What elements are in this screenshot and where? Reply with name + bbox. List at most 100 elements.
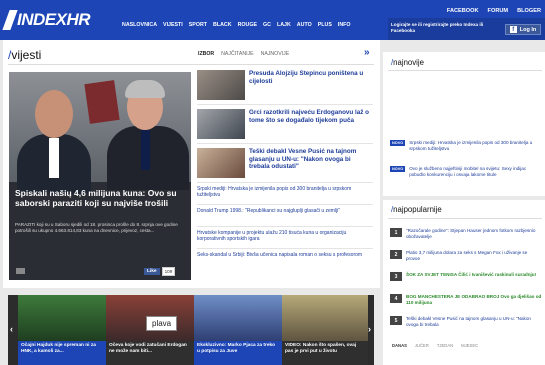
story-divider — [197, 248, 373, 249]
nav-item-rouge[interactable]: ROUGE — [238, 22, 257, 28]
lead-headline[interactable]: Spiskali našių 4,6 milijuna kuna: Ovo su… — [15, 188, 187, 208]
story-divider — [197, 204, 373, 205]
story-link[interactable]: Donald Trump 1998.: "Republikanci su naj… — [197, 208, 373, 214]
comment-icon[interactable] — [16, 268, 25, 274]
najnovije-title: /najnovije — [391, 58, 424, 67]
nav-item-sport[interactable]: SPORT — [189, 22, 207, 28]
story-link[interactable]: Srpski mediji: Hrvatska je izmijenila po… — [197, 186, 373, 199]
person-right-hair — [125, 80, 165, 98]
login-button-label: Log In — [519, 26, 537, 33]
tab-divider — [8, 64, 374, 65]
strip-left-arrow-icon[interactable]: ‹ — [10, 324, 13, 334]
novo-badge: NOVO — [390, 166, 406, 172]
popular-link[interactable]: BOG MANCHESTERA JE ODABRAO BROJ Ovo ga d… — [406, 294, 542, 305]
lead-story[interactable]: Spiskali našių 4,6 milijuna kuna: Ovo su… — [9, 72, 191, 280]
story-divider — [197, 182, 373, 183]
nav-item-auto[interactable]: AUTO — [297, 22, 312, 28]
strip-image[interactable] — [18, 295, 106, 341]
facebook-icon: f — [509, 26, 517, 33]
story-divider — [197, 143, 373, 144]
story-link[interactable]: Hrvatske kompanije u projektu ulažu 210 … — [197, 230, 373, 243]
more-arrow-icon[interactable]: » — [364, 47, 370, 58]
strip-caption[interactable]: Očajni Hajduk nije spreman ni za HNK, a … — [18, 341, 106, 365]
strip-caption[interactable]: VIDEO: Nakon što spašen, ovaj pas je prv… — [282, 341, 368, 365]
story-thumb[interactable] — [197, 148, 245, 178]
story-headline[interactable]: Presuda Alojziju Stepincu poništena u ci… — [249, 70, 373, 100]
like-button[interactable]: Like — [144, 268, 160, 275]
nav-item-vijesti[interactable]: VIJESTI — [163, 22, 183, 28]
logo-text: INDEXHR — [17, 10, 91, 29]
sidebar-divider — [388, 70, 542, 71]
najnovije-link[interactable]: Srpski mediji: Hrvatska je izmijenila po… — [409, 140, 542, 151]
story-thumb[interactable] — [197, 109, 245, 139]
najpopularnije-title: /najpopularnije — [391, 205, 442, 214]
story-item[interactable]: Grci razotkrili najveću Erdoganovu laž o… — [197, 109, 373, 139]
section-title: /vijesti — [8, 48, 42, 62]
section-tabs: IZBOR NAJČITANIJE NAJNOVIJE — [198, 51, 289, 57]
story-headline[interactable]: Teški debakl Vesne Pusić na tajnom glasa… — [249, 148, 373, 178]
popular-item[interactable]: 5 Teški debakl Vesne Pusić na tajnom gla… — [390, 316, 542, 327]
tab-jucer[interactable]: JUČER — [415, 343, 429, 348]
tab-tjedan[interactable]: TJEDAN — [437, 343, 453, 348]
najnovije-item[interactable]: NOVO Ovo je službeno najjeftiniji mobite… — [390, 166, 542, 177]
popular-link[interactable]: Platio 3,7 milijuna dolara za seks s Meg… — [406, 250, 542, 261]
novo-badge: NOVO — [390, 140, 406, 146]
main-nav: NASLOVNICA VIJESTI SPORT BLACK ROUGE GC … — [122, 22, 351, 28]
strip-image[interactable] — [194, 295, 282, 341]
top-links: FACEBOOK FORUM BLOGER — [447, 8, 541, 14]
nav-item-naslovnica[interactable]: NASLOVNICA — [122, 22, 157, 28]
strip-caption[interactable]: Ekskluzivno: Marko Pjaca za treko u potp… — [194, 341, 282, 365]
tab-najnovije[interactable]: NAJNOVIJE — [261, 51, 290, 57]
story-link[interactable]: Seks-skandal u Srbiji: Bivša učenica nap… — [197, 252, 373, 258]
tab-izbor[interactable]: IZBOR — [198, 51, 214, 57]
popular-item[interactable]: 2 Platio 3,7 milijuna dolara za seks s M… — [390, 250, 542, 261]
nav-item-gc[interactable]: GC — [263, 22, 271, 28]
sidebar-najpopularnije — [383, 200, 545, 365]
tab-najcitanije[interactable]: NAJČITANIJE — [221, 51, 253, 57]
rank-badge: 5 — [390, 316, 402, 325]
strip-item[interactable]: VIDEO: Nakon što spašen, ovaj pas je prv… — [282, 295, 368, 365]
top-link-bloger[interactable]: BLOGER — [517, 8, 541, 14]
nav-item-lajk[interactable]: LAJK — [277, 22, 291, 28]
nav-item-black[interactable]: BLACK — [213, 22, 232, 28]
popular-link[interactable]: ŠOK ZA SVJET TENISA Čilić i Ivanišević r… — [406, 272, 536, 278]
index-logo[interactable]: INDEXHR — [2, 8, 91, 32]
najnovije-item[interactable]: NOVO Srpski mediji: Hrvatska je izmijeni… — [390, 140, 542, 151]
lead-photo[interactable] — [9, 72, 191, 194]
strip-caption[interactable]: Očeva koje vodi zatučani Erdogan ne može… — [106, 341, 194, 365]
tab-mjesec[interactable]: MJESEC — [461, 343, 478, 348]
popular-tabs: DANAS JUČER TJEDAN MJESEC — [392, 343, 478, 348]
like-count: 109 — [161, 267, 176, 276]
lead-text: PARAZITI koji su u Saboru sjedili od 18.… — [15, 222, 178, 234]
strip-item[interactable]: Ekskluzivno: Marko Pjaca za treko u potp… — [194, 295, 282, 365]
strip-item[interactable]: Očajni Hajduk nije spreman ni za HNK, a … — [18, 295, 106, 365]
login-text[interactable]: Logirajte se ili registrirajte preko Ind… — [391, 22, 491, 34]
facebook-login-button[interactable]: f Log In — [505, 24, 541, 35]
najnovije-link[interactable]: Ovo je službeno najjeftiniji mobitel na … — [409, 166, 542, 177]
tab-danas[interactable]: DANAS — [392, 343, 407, 348]
story-divider — [197, 226, 373, 227]
story-item[interactable]: Teški debakl Vesne Pusić na tajnom glasa… — [197, 148, 373, 178]
top-link-facebook[interactable]: FACEBOOK — [447, 8, 479, 14]
story-headline[interactable]: Grci razotkrili najveću Erdoganovu laž o… — [249, 109, 373, 139]
nav-item-info[interactable]: INFO — [338, 22, 351, 28]
story-divider — [197, 104, 373, 105]
strip-right-arrow-icon[interactable]: › — [368, 324, 371, 334]
story-thumb[interactable] — [197, 70, 245, 100]
person-left-face — [35, 90, 73, 138]
top-link-forum[interactable]: FORUM — [488, 8, 509, 14]
popular-item[interactable]: 3 ŠOK ZA SVJET TENISA Čilić i Ivanišević… — [390, 272, 542, 281]
passport-shape — [84, 80, 120, 124]
story-item[interactable]: Presuda Alojziju Stepincu poništena u ci… — [197, 70, 373, 100]
rank-badge: 2 — [390, 250, 402, 259]
popular-link[interactable]: Teški debakl Vesne Pusić na tajnom glasa… — [406, 316, 542, 327]
like-box[interactable]: Like 109 — [144, 267, 176, 276]
nav-item-plus[interactable]: PLUS — [318, 22, 332, 28]
popular-item[interactable]: 1 "Razočarale godine": Stjepan Hauser je… — [390, 228, 542, 239]
popular-link[interactable]: "Razočarale godine": Stjepan Hauser jedn… — [406, 228, 542, 239]
rank-badge: 4 — [390, 294, 402, 303]
rank-badge: 3 — [390, 272, 402, 281]
popular-item[interactable]: 4 BOG MANCHESTERA JE ODABRAO BROJ Ovo ga… — [390, 294, 542, 305]
strip-image[interactable] — [282, 295, 368, 341]
person-left-shirt — [49, 138, 59, 178]
